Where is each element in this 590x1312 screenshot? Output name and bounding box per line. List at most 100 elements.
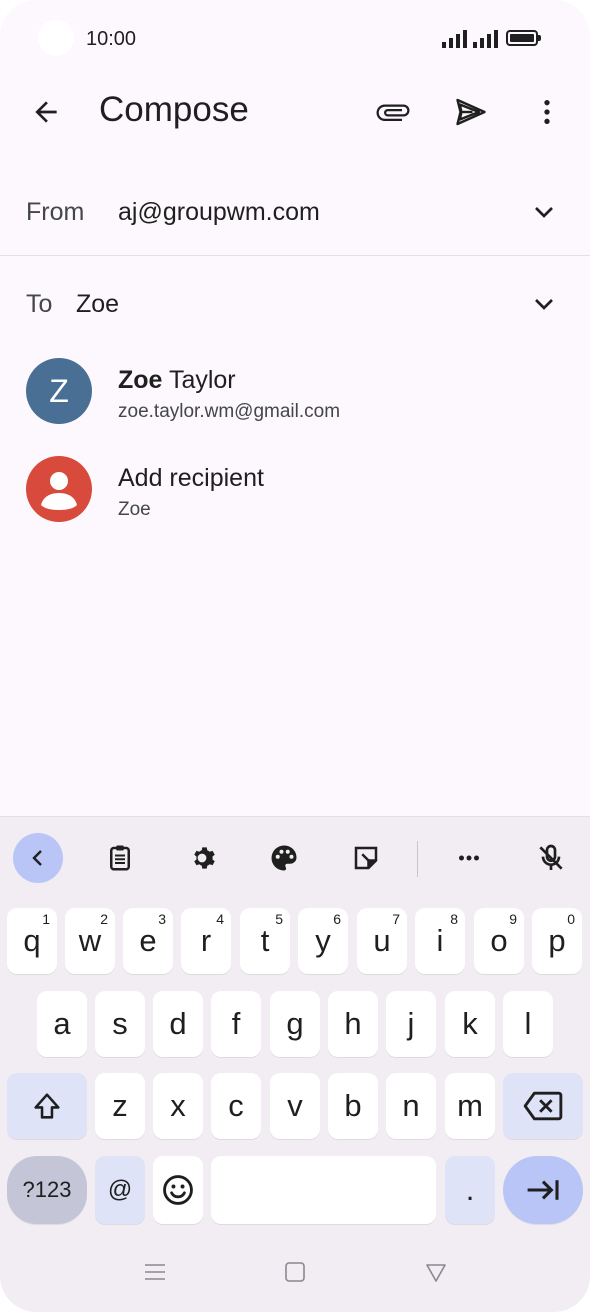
key-v[interactable]: v <box>270 1073 320 1139</box>
key-number: 5 <box>275 911 283 927</box>
key-z[interactable]: z <box>95 1073 145 1139</box>
signal-icon <box>442 30 467 48</box>
key-letter: r <box>200 923 212 958</box>
more-vert-icon <box>544 100 550 124</box>
key-x[interactable]: x <box>153 1073 203 1139</box>
palette-icon <box>271 845 297 871</box>
avatar <box>26 456 92 522</box>
chevron-left-icon <box>32 850 42 866</box>
paperclip-icon <box>376 104 410 121</box>
keyboard-collapse-button[interactable] <box>13 833 63 883</box>
shift-icon <box>34 1093 60 1119</box>
more-horiz-icon <box>459 855 479 861</box>
to-input-value[interactable]: Zoe <box>76 290 119 319</box>
to-field[interactable]: To Zoe <box>0 262 590 346</box>
key-y[interactable]: y6 <box>298 908 348 974</box>
suggestion-sub: Zoe <box>118 499 151 520</box>
key-letter: u <box>373 923 391 958</box>
back-button[interactable] <box>22 88 70 136</box>
at-key[interactable]: @ <box>95 1156 145 1224</box>
chevron-down-icon[interactable] <box>528 288 560 320</box>
key-o[interactable]: o9 <box>474 908 524 974</box>
key-q[interactable]: q1 <box>7 908 57 974</box>
theme-button[interactable] <box>259 833 309 883</box>
home-button[interactable] <box>275 1254 315 1290</box>
key-w[interactable]: w2 <box>65 908 115 974</box>
sticker-icon <box>354 846 378 870</box>
key-g[interactable]: g <box>270 991 320 1057</box>
key-n[interactable]: n <box>386 1073 436 1139</box>
key-u[interactable]: u7 <box>357 908 407 974</box>
emoji-key[interactable] <box>153 1156 203 1224</box>
key-d[interactable]: d <box>153 991 203 1057</box>
suggestion-name: Zoe Taylor <box>118 366 236 395</box>
key-l[interactable]: l <box>503 991 553 1057</box>
key-letter: t <box>260 923 270 958</box>
key-e[interactable]: e3 <box>123 908 173 974</box>
key-number: 3 <box>158 911 166 927</box>
top-app-bar: Compose <box>0 80 590 144</box>
voice-input-button[interactable] <box>526 833 576 883</box>
system-nav-bar <box>0 1232 590 1312</box>
suggestion-email: zoe.taylor.wm@gmail.com <box>118 401 341 422</box>
key-i[interactable]: i8 <box>415 908 465 974</box>
key-c[interactable]: c <box>211 1073 261 1139</box>
back-nav-button[interactable] <box>416 1254 456 1290</box>
key-a[interactable]: a <box>37 991 87 1057</box>
more-options-button[interactable] <box>523 88 571 136</box>
from-field[interactable]: From aj@groupwm.com <box>0 170 590 254</box>
status-bar: 10:00 <box>0 0 590 80</box>
more-tools-button[interactable] <box>444 833 494 883</box>
triangle-back-icon <box>426 1264 446 1282</box>
suggestion-name-rest: Taylor <box>162 366 236 394</box>
sticker-button[interactable] <box>341 833 391 883</box>
contact-suggestion[interactable]: Z Zoe Taylor zoe.taylor.wm@gmail.com <box>0 346 590 436</box>
signal-icon-2 <box>473 30 498 48</box>
key-number: 9 <box>509 911 517 927</box>
key-letter: o <box>490 923 508 958</box>
backspace-key[interactable] <box>503 1073 583 1139</box>
period-key[interactable]: . <box>445 1156 495 1224</box>
emoji-icon <box>163 1175 193 1205</box>
key-number: 4 <box>216 911 224 927</box>
space-key[interactable] <box>211 1156 436 1224</box>
clipboard-button[interactable] <box>95 833 145 883</box>
key-s[interactable]: s <box>95 991 145 1057</box>
key-letter: w <box>78 923 102 958</box>
shift-key[interactable] <box>7 1073 87 1139</box>
recents-button[interactable] <box>135 1254 175 1290</box>
key-letter: q <box>23 923 41 958</box>
gear-icon <box>194 847 215 869</box>
battery-icon <box>506 30 541 46</box>
key-number: 7 <box>392 911 400 927</box>
settings-button[interactable] <box>177 833 227 883</box>
status-time: 10:00 <box>86 28 137 50</box>
key-p[interactable]: p0 <box>532 908 582 974</box>
key-j[interactable]: j <box>386 991 436 1057</box>
send-button[interactable] <box>447 88 495 136</box>
symbols-key[interactable]: ?123 <box>7 1156 87 1224</box>
divider <box>0 255 590 256</box>
key-r[interactable]: r4 <box>181 908 231 974</box>
key-f[interactable]: f <box>211 991 261 1057</box>
next-field-key[interactable] <box>503 1156 583 1224</box>
key-number: 0 <box>567 911 575 927</box>
arrow-left-icon <box>35 101 57 123</box>
phone-screen: 10:00 Compose From aj@groupwm.com To Zoe… <box>0 0 590 1312</box>
attach-button[interactable] <box>369 88 417 136</box>
key-letter: i <box>436 923 444 958</box>
key-b[interactable]: b <box>328 1073 378 1139</box>
tab-next-icon <box>527 1180 559 1200</box>
key-t[interactable]: t5 <box>240 908 290 974</box>
menu-lines-icon <box>145 1264 165 1280</box>
key-k[interactable]: k <box>445 991 495 1057</box>
key-number: 6 <box>333 911 341 927</box>
chevron-down-icon[interactable] <box>528 196 560 228</box>
from-value: aj@groupwm.com <box>118 198 320 226</box>
key-number: 2 <box>100 911 108 927</box>
key-m[interactable]: m <box>445 1073 495 1139</box>
camera-cutout <box>38 20 74 56</box>
add-recipient-suggestion[interactable]: Add recipient Zoe <box>0 444 590 534</box>
mic-off-icon <box>539 844 563 870</box>
key-h[interactable]: h <box>328 991 378 1057</box>
